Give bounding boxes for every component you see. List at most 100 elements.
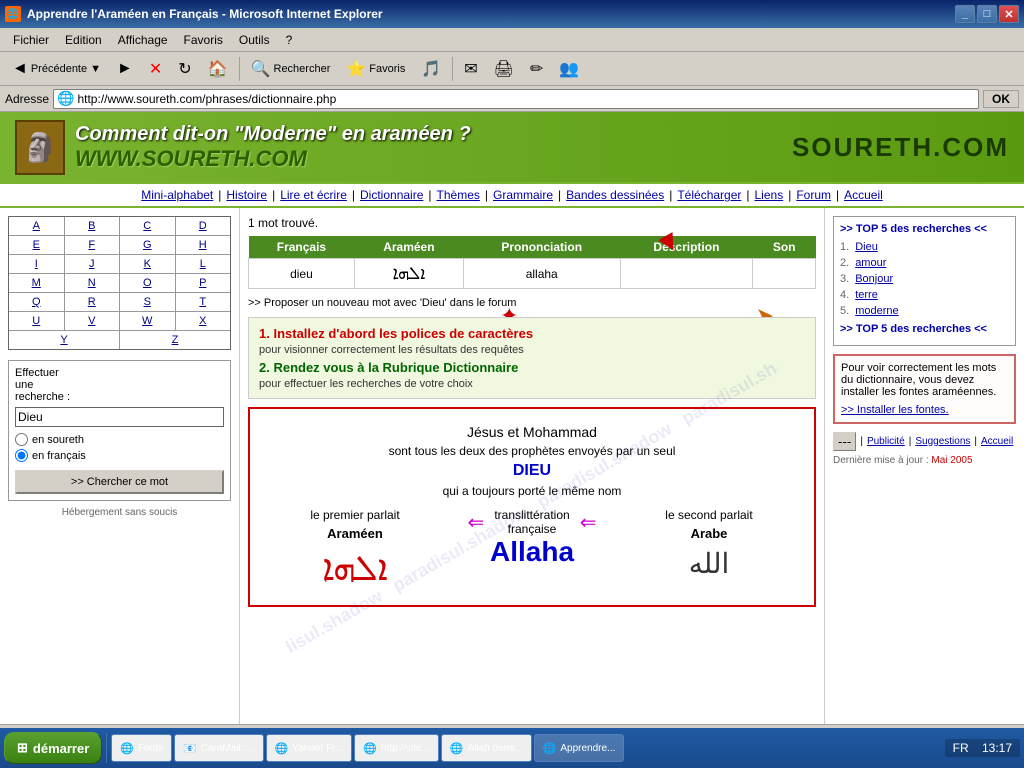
letter-p[interactable]: P — [176, 274, 231, 292]
window-title: Apprendre l'Araméen en Français - Micros… — [27, 7, 955, 21]
start-button[interactable]: ⊞ démarrer — [4, 732, 102, 764]
letter-k[interactable]: K — [120, 255, 175, 273]
letter-u[interactable]: U — [9, 312, 64, 330]
letter-c[interactable]: C — [120, 217, 175, 235]
top5-word-2[interactable]: amour — [855, 257, 886, 269]
discuss-icon: 👥 — [559, 59, 579, 79]
edit-button[interactable]: ✏ — [523, 55, 550, 83]
letter-x[interactable]: X — [176, 312, 231, 330]
letter-e[interactable]: E — [9, 236, 64, 254]
taskbar-ie-btn[interactable]: 🌐 Fonts — [111, 734, 172, 762]
menu-fichier[interactable]: Fichier — [5, 31, 57, 49]
site-logo[interactable]: SOURETH.COM — [792, 132, 1009, 163]
menu-favoris[interactable]: Favoris — [176, 31, 231, 49]
site-tagline: Comment dit-on "Moderne" en araméen ? WW… — [75, 123, 471, 172]
nav-liens[interactable]: Liens — [750, 188, 789, 202]
ad-btn-dash[interactable]: --- — [833, 432, 856, 451]
letter-y[interactable]: Y — [9, 331, 119, 349]
close-button[interactable]: ✕ — [999, 5, 1019, 23]
stop-button[interactable]: ✕ — [142, 55, 169, 83]
menu-outils[interactable]: Outils — [231, 31, 278, 49]
nav-bandes[interactable]: Bandes dessinées — [561, 188, 669, 202]
letter-j[interactable]: J — [65, 255, 120, 273]
taskbar-apprendre-btn[interactable]: 🌐 Apprendre... — [534, 734, 625, 762]
back-button[interactable]: ◄ Précédente ▼ — [5, 56, 108, 82]
site-tagline-main: Comment dit-on "Moderne" en araméen ? — [75, 123, 471, 146]
letter-g[interactable]: G — [120, 236, 175, 254]
letter-f[interactable]: F — [65, 236, 120, 254]
nav-accueil[interactable]: Accueil — [839, 188, 888, 202]
letter-a[interactable]: A — [9, 217, 64, 235]
menu-edition[interactable]: Edition — [57, 31, 110, 49]
letter-b[interactable]: B — [65, 217, 120, 235]
nav-histoire[interactable]: Histoire — [221, 188, 272, 202]
fonts-box: Pour voir correctement les mots du dicti… — [833, 354, 1016, 424]
letter-o[interactable]: O — [120, 274, 175, 292]
nav-grammaire[interactable]: Grammaire — [488, 188, 558, 202]
top5-item-5: 5. moderne — [840, 303, 1009, 319]
taskbar-caramail-btn[interactable]: 📧 CaraMail: ... — [174, 734, 264, 762]
letter-i[interactable]: I — [9, 255, 64, 273]
home-button[interactable]: 🏠 — [201, 55, 235, 83]
nav-dictionnaire[interactable]: Dictionnaire — [355, 188, 428, 202]
propose-link[interactable]: >> Proposer un nouveau mot avec 'Dieu' d… — [248, 297, 816, 309]
forward-button[interactable]: ► — [110, 56, 140, 82]
letter-d[interactable]: D — [176, 217, 231, 235]
letter-r[interactable]: R — [65, 293, 120, 311]
discuss-button[interactable]: 👥 — [552, 55, 586, 83]
menu-affichage[interactable]: Affichage — [110, 31, 176, 49]
search-button[interactable]: >> Chercher ce mot — [15, 470, 224, 494]
taskbar-site-btn[interactable]: 🌐 http://site... — [354, 734, 439, 762]
search-input[interactable] — [15, 407, 224, 427]
ad-suggestions[interactable]: Suggestions — [915, 436, 970, 447]
go-button[interactable]: OK — [983, 90, 1019, 108]
toolbar-separator-2 — [452, 57, 453, 81]
search-button[interactable]: 🔍 Rechercher — [244, 55, 338, 83]
main-layout: A B C D E F G H I — [0, 208, 1024, 724]
taskbar-clock: FR 13:17 — [945, 739, 1020, 757]
nav-themes[interactable]: Thèmes — [432, 188, 485, 202]
top5-word-4[interactable]: terre — [855, 289, 878, 301]
search-box: Effectuer une recherche : en soureth en … — [8, 360, 231, 501]
radio-francais[interactable] — [15, 449, 28, 462]
taskbar-allah-btn[interactable]: 🌐 Allah dans... — [441, 734, 532, 762]
taskbar-yahoo-btn[interactable]: 🌐 Yahoo! Fr... — [266, 734, 353, 762]
media-button[interactable]: 🎵 — [414, 55, 448, 83]
nav-lire[interactable]: Lire et écrire — [275, 188, 352, 202]
top5-word-3[interactable]: Bonjour — [855, 273, 893, 285]
radio-soureth[interactable] — [15, 433, 28, 446]
letter-t[interactable]: T — [176, 293, 231, 311]
nav-telecharger[interactable]: Télécharger — [672, 188, 746, 202]
letter-s[interactable]: S — [120, 293, 175, 311]
letter-w[interactable]: W — [120, 312, 175, 330]
ad-accueil[interactable]: Accueil — [981, 436, 1013, 447]
letter-v[interactable]: V — [65, 312, 120, 330]
maximize-button[interactable]: □ — [977, 5, 997, 23]
address-input[interactable] — [77, 92, 975, 106]
minimize-button[interactable]: _ — [955, 5, 975, 23]
arrow-left: ⇐ — [468, 510, 485, 535]
diagram-left: le premier parlait Araméen ܐܠܗܐ — [265, 508, 445, 590]
menu-help[interactable]: ? — [278, 31, 301, 49]
mail-button[interactable]: ✉ — [457, 55, 484, 83]
table-row: dieu ܐܠܗܐ allaha — [249, 259, 816, 289]
letter-h[interactable]: H — [176, 236, 231, 254]
nav-forum[interactable]: Forum — [791, 188, 836, 202]
refresh-button[interactable]: ↻ — [171, 55, 198, 83]
top5-word-5[interactable]: moderne — [855, 305, 898, 317]
letter-z[interactable]: Z — [120, 331, 230, 349]
ad-publicite[interactable]: Publicité — [867, 436, 905, 447]
print-button[interactable]: 🖨 — [487, 55, 521, 83]
taskbar-yahoo-icon: 🌐 — [275, 742, 289, 755]
fonts-link[interactable]: >> Installer les fontes. — [841, 404, 1008, 416]
top5-word-1[interactable]: Dieu — [855, 241, 878, 253]
taskbar-ie-icon: 🌐 — [120, 742, 134, 755]
letter-l[interactable]: L — [176, 255, 231, 273]
nav-mini-alphabet[interactable]: Mini-alphabet — [136, 188, 218, 202]
letter-m[interactable]: M — [9, 274, 64, 292]
letter-q[interactable]: Q — [9, 293, 64, 311]
window-controls[interactable]: _ □ ✕ — [955, 5, 1019, 23]
letter-n[interactable]: N — [65, 274, 120, 292]
favorites-button[interactable]: ⭐ Favoris — [339, 55, 412, 83]
stop-icon: ✕ — [149, 59, 162, 79]
